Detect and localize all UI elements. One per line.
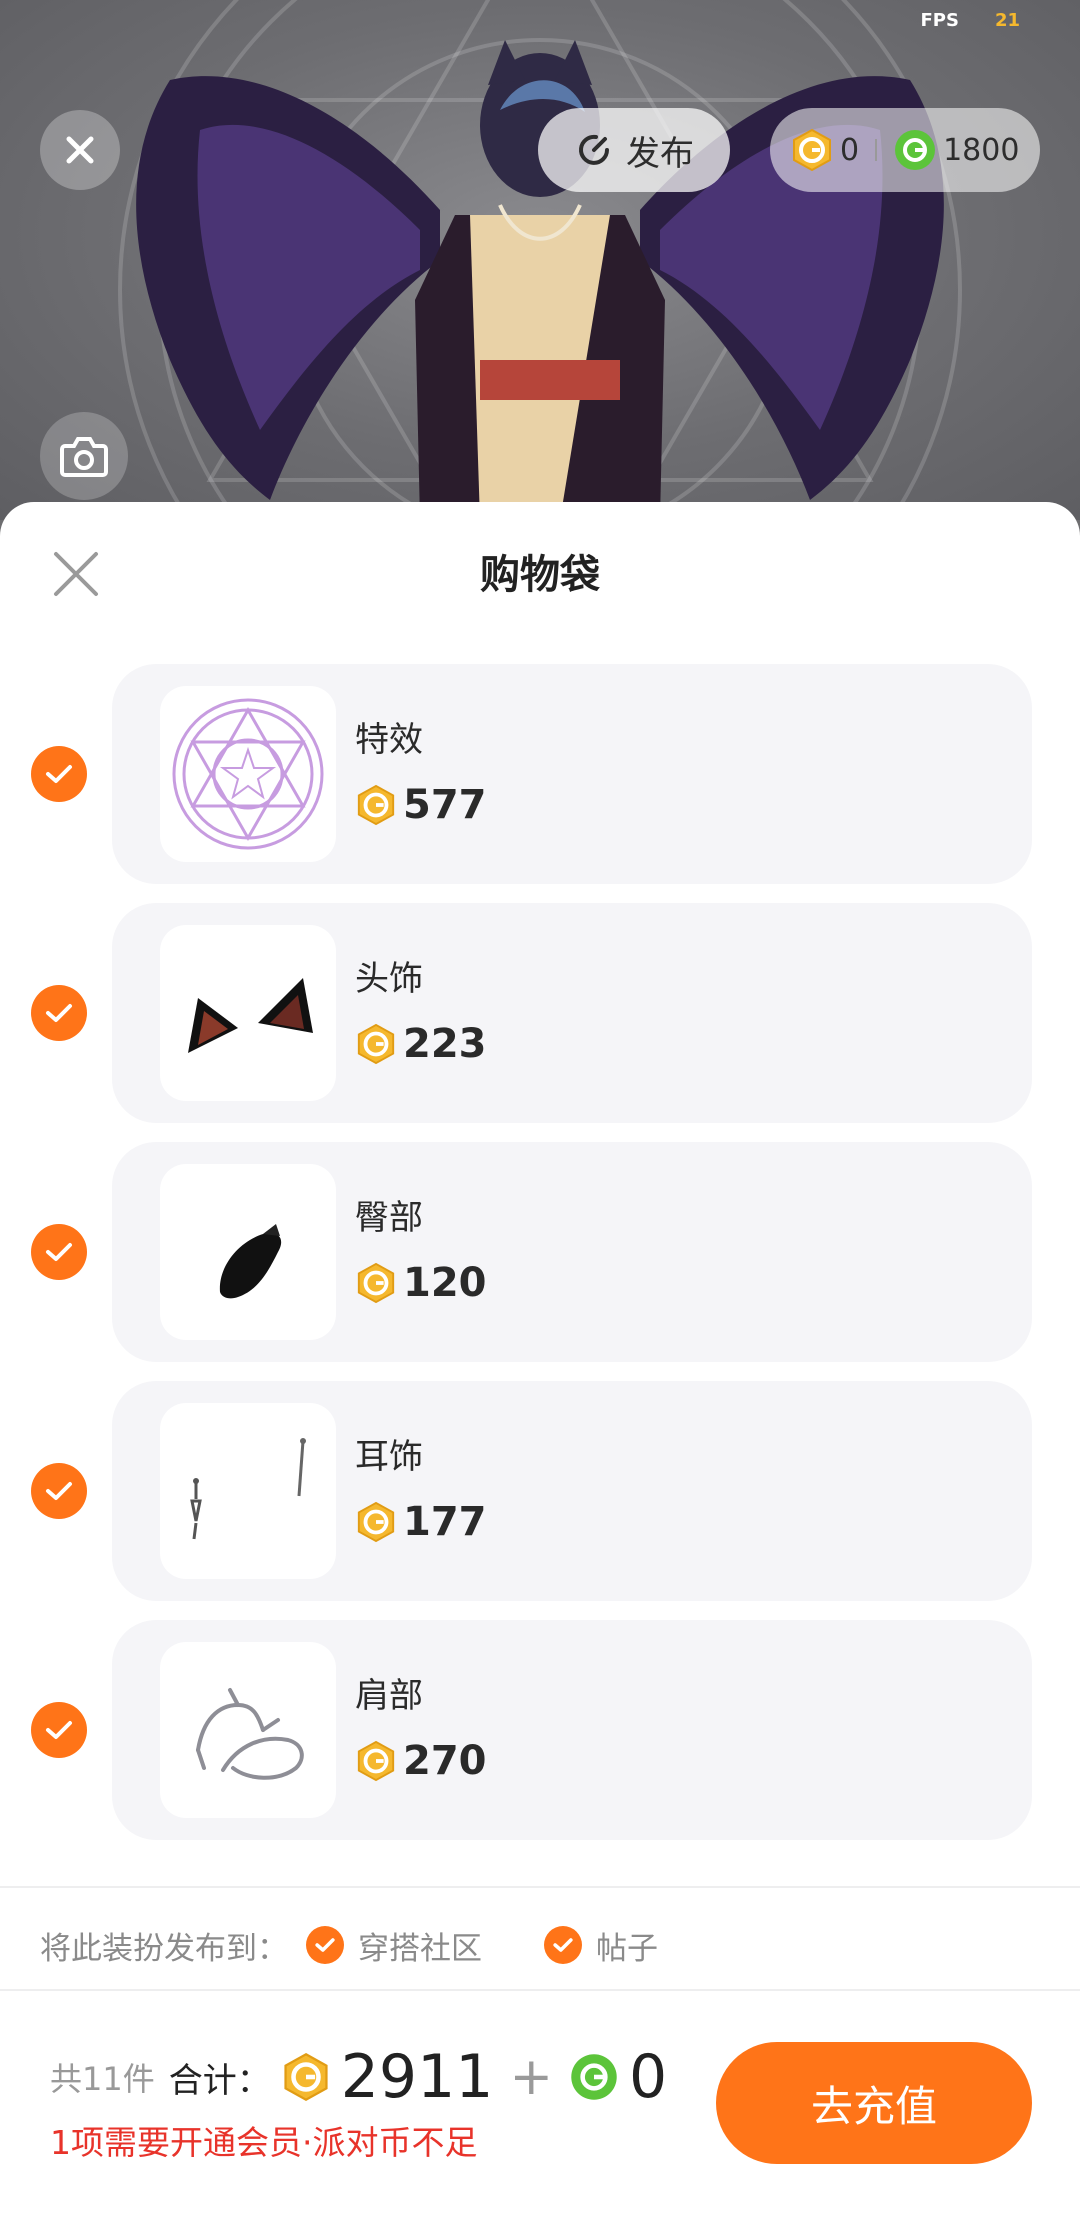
checkmark-icon [553,1938,573,1952]
publish-icon [579,134,609,165]
item-thumbnail [160,686,336,862]
item-checkbox[interactable] [31,985,87,1041]
avatar-preview-scene: FPS 21 发布 0 1800 [0,0,1080,520]
cart-item: 耳饰 177 [0,1381,1080,1601]
close-icon [66,136,94,164]
total-line: 共11件 合计： 2911 + 0 [50,2042,667,2112]
item-checkbox[interactable] [31,746,87,802]
warning-text: 1项需要开通会员·派对币不足 [50,2123,478,2162]
green-coin-icon [895,130,936,170]
item-price: 270 [355,1738,487,1784]
item-name: 头饰 [355,959,423,999]
item-thumbnail [160,1642,336,1818]
item-price: 177 [355,1499,487,1545]
shoulder-chain-icon [196,1688,304,1780]
green-coin-icon [571,2054,617,2100]
gold-coin-icon [357,784,395,826]
option-checkbox[interactable] [306,1926,344,1964]
divider [0,1989,1080,1991]
item-name: 臀部 [355,1198,423,1238]
checkmark-icon [46,1004,72,1022]
camera-icon [60,437,108,477]
item-name: 耳饰 [355,1437,423,1477]
fps-label: FPS [920,10,959,31]
avatar-figure [136,40,944,520]
item-name: 特效 [355,720,423,760]
item-checkbox[interactable] [31,1463,87,1519]
gold-coin-icon [357,1262,395,1304]
close-preview-button[interactable] [40,110,120,190]
item-price: 120 [355,1260,487,1306]
item-price-value: 120 [403,1260,487,1306]
item-thumbnail [160,1164,336,1340]
green-balance: 1800 [943,132,1020,168]
cart-item: 臀部 120 [0,1142,1080,1362]
item-thumbnail [160,1403,336,1579]
cart-item: 特效 577 [0,664,1080,884]
cart-item: 肩部 270 [0,1620,1080,1840]
publish-option-community[interactable]: 穿搭社区 [306,1923,482,1968]
option-label: 穿搭社区 [358,1930,482,1967]
item-price-value: 177 [403,1499,487,1545]
item-checkbox[interactable] [31,1224,87,1280]
publish-label: 发布 [626,133,694,174]
total-gold-value: 2911 [340,2042,494,2112]
earring-icon [190,1438,306,1540]
magic-circle-icon [172,698,324,850]
fps-value: 21 [994,10,1020,31]
item-price: 577 [355,782,487,828]
gold-coin-icon [284,2052,328,2102]
gold-coin-icon [357,1740,395,1782]
publish-to-label: 将此装扮发布到： [40,1930,288,1967]
gold-coin-icon [793,128,831,172]
cat-ears-icon [188,978,313,1053]
gold-coin-icon [357,1501,395,1543]
item-name: 肩部 [355,1676,423,1716]
recharge-button[interactable]: 去充值 [716,2042,1032,2164]
plus-sign: + [509,2047,554,2107]
item-card[interactable]: 头饰 223 [112,903,1032,1123]
shopping-bag-sheet: 购物袋 特效 577 头饰 223 臀部 120 耳饰 177 肩部 270 将… [0,502,1080,2220]
checkmark-icon [46,1721,72,1739]
checkmark-icon [46,1243,72,1261]
item-price-value: 577 [403,782,487,828]
item-price-value: 270 [403,1738,487,1784]
item-card[interactable]: 特效 577 [112,664,1032,884]
item-card[interactable]: 肩部 270 [112,1620,1032,1840]
item-price: 223 [355,1021,487,1067]
balance-divider [875,139,878,161]
fps-counter: FPS 21 [920,10,1020,31]
order-summary: 共11件 合计： 2911 + 0 1项需要开通会员·派对币不足 [50,2042,667,2164]
item-card[interactable]: 臀部 120 [112,1142,1032,1362]
option-checkbox[interactable] [544,1926,582,1964]
total-green-value: 0 [629,2042,668,2112]
gold-coin-icon [357,1023,395,1065]
item-thumbnail [160,925,336,1101]
option-label: 帖子 [596,1930,658,1967]
gold-balance: 0 [840,132,860,168]
sheet-title: 购物袋 [480,552,600,598]
checkmark-icon [315,1938,335,1952]
checkmark-icon [46,1482,72,1500]
checkmark-icon [46,765,72,783]
item-checkbox[interactable] [31,1702,87,1758]
publish-button[interactable]: 发布 [538,108,730,192]
item-card[interactable]: 耳饰 177 [112,1381,1032,1601]
publish-option-post[interactable]: 帖子 [544,1923,658,1968]
camera-button[interactable] [40,412,128,500]
publish-to-row: 将此装扮发布到： 穿搭社区 帖子 [40,1915,658,1975]
item-price-value: 223 [403,1021,487,1067]
tail-icon [219,1224,282,1299]
item-count: 共11件 [50,2060,155,2098]
currency-balance[interactable]: 0 1800 [770,108,1040,192]
total-label: 合计： [168,2060,271,2101]
divider [0,1886,1080,1888]
cart-item: 头饰 223 [0,903,1080,1123]
